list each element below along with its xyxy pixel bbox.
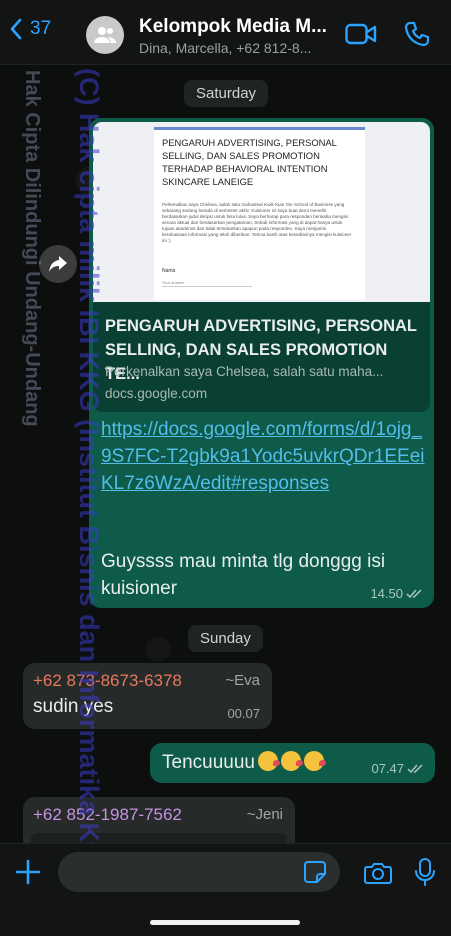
voice-message-button[interactable] xyxy=(414,857,436,892)
message-timestamp: 07.47 xyxy=(371,761,404,776)
attach-button[interactable] xyxy=(14,858,42,891)
group-avatar[interactable] xyxy=(86,16,124,54)
date-separator-saturday: Saturday xyxy=(184,80,269,107)
double-check-icon xyxy=(406,589,422,599)
chat-members[interactable]: Dina, Marcella, +62 812-8... xyxy=(139,40,311,56)
link-preview-image: PENGARUH ADVERTISING, PERSONAL SELLING, … xyxy=(93,122,430,302)
link-preview-description: Perkenalkan saya Chelsea, salah satu mah… xyxy=(105,364,384,379)
home-indicator[interactable] xyxy=(150,920,300,925)
chat-header: 37 Kelompok Media M... Dina, Marcella, +… xyxy=(0,0,451,65)
form-thumbnail-title: PENGARUH ADVERTISING, PERSONAL SELLING, … xyxy=(162,137,337,187)
message-timestamp: 14.50 xyxy=(370,586,403,601)
sender-number[interactable]: +62 873-8673-6378 xyxy=(33,671,182,691)
voice-call-button[interactable] xyxy=(404,21,430,52)
message-text: Tencuuuuu xyxy=(162,752,255,773)
form-thumbnail: PENGARUH ADVERTISING, PERSONAL SELLING, … xyxy=(154,127,365,300)
compose-bar xyxy=(0,843,451,936)
plus-icon xyxy=(15,859,41,885)
link-preview-domain: docs.google.com xyxy=(105,386,208,401)
kiss-emoji-icon xyxy=(280,751,303,771)
date-separator-sunday: Sunday xyxy=(188,625,263,652)
chevron-left-icon xyxy=(10,18,22,40)
sticker-icon xyxy=(304,861,326,883)
microphone-icon xyxy=(415,858,435,886)
video-camera-icon xyxy=(345,23,377,45)
watermark-secondary: Hak Cipta Dilindungi Undang-Undang xyxy=(21,70,43,427)
double-check-icon xyxy=(407,764,423,774)
incoming-message-eva[interactable]: +62 873-8673-6378 ~Eva sudin yes 00.07 xyxy=(23,663,272,729)
group-icon xyxy=(94,27,116,43)
message-text-row: Tencuuuuu xyxy=(162,751,326,774)
outgoing-message-link[interactable]: PENGARUH ADVERTISING, PERSONAL SELLING, … xyxy=(89,118,434,608)
video-call-button[interactable] xyxy=(345,23,377,50)
outgoing-message-tencu[interactable]: Tencuuuuu 07.47 xyxy=(150,743,435,783)
watermark-main: (C) Hak cipta milik IBI KKG (Institut Bi… xyxy=(74,68,104,886)
camera-icon xyxy=(364,863,392,884)
form-thumbnail-description: Perkenalkan saya Chelsea, salah satu mah… xyxy=(162,202,352,243)
message-time: 07.47 xyxy=(371,761,425,776)
forward-button[interactable] xyxy=(39,245,77,283)
kiss-emoji-icon xyxy=(303,751,326,771)
message-time: 14.50 xyxy=(370,586,424,601)
form-thumbnail-field-label: Nama xyxy=(162,268,176,274)
sender-name: ~Eva xyxy=(225,672,260,689)
message-timestamp: 00.07 xyxy=(227,706,260,721)
unread-count: 37 xyxy=(30,18,52,39)
link-preview-card[interactable]: PENGARUH ADVERTISING, PERSONAL SELLING, … xyxy=(93,122,430,412)
sender-name: ~Jeni xyxy=(246,806,283,823)
forward-arrow-icon xyxy=(49,256,67,272)
message-url-link[interactable]: https://docs.google.com/forms/d/1ojg_9S7… xyxy=(101,416,426,497)
message-input[interactable] xyxy=(58,852,340,892)
back-button[interactable]: 37 xyxy=(8,18,51,40)
phone-icon xyxy=(404,21,430,47)
kiss-emoji-icon xyxy=(257,751,280,771)
form-thumbnail-field-placeholder: Your answer xyxy=(162,280,185,285)
sticker-button[interactable] xyxy=(303,860,327,889)
camera-button[interactable] xyxy=(364,861,392,890)
sender-number[interactable]: +62 852-1987-7562 xyxy=(33,805,182,825)
form-thumbnail-divider xyxy=(162,286,252,287)
chat-title[interactable]: Kelompok Media M... xyxy=(139,16,327,38)
